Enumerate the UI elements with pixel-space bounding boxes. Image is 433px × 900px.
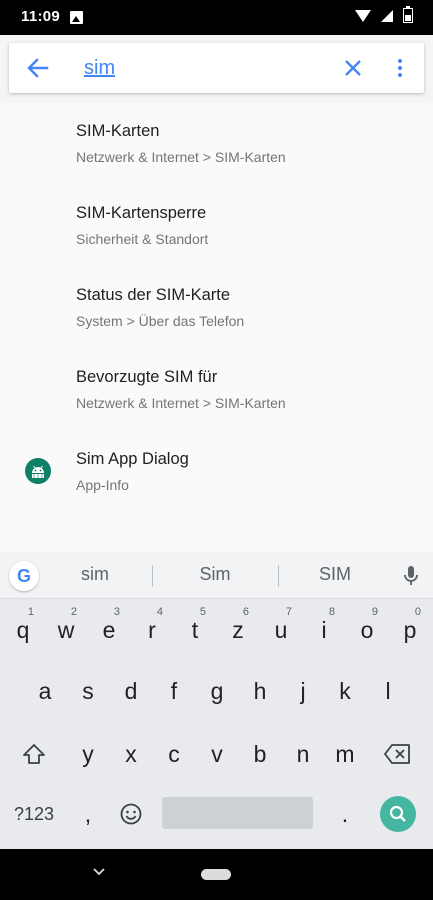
key[interactable]: w2	[47, 606, 85, 653]
key[interactable]: g	[198, 668, 236, 714]
search-key[interactable]	[380, 796, 416, 832]
period-key[interactable]: .	[326, 791, 364, 837]
result-title: SIM-Karten	[76, 122, 160, 140]
back-button[interactable]	[24, 55, 52, 81]
key[interactable]: b	[241, 731, 279, 777]
result-title: Status der SIM-Karte	[76, 286, 231, 304]
status-time: 11:09	[21, 8, 61, 25]
key[interactable]: y	[69, 731, 107, 777]
suggestion-item[interactable]: Sim	[165, 564, 265, 585]
result-title: Bevorzugte SIM für	[76, 368, 218, 386]
search-results-list: SIM-Karten Netzwerk & Internet > SIM-Kar…	[0, 103, 433, 513]
chevron-down-icon[interactable]	[92, 867, 106, 877]
key[interactable]: z6	[219, 606, 257, 653]
emoji-key[interactable]	[112, 791, 150, 837]
key[interactable]: k	[326, 668, 364, 714]
key[interactable]: v	[198, 731, 236, 777]
result-title: Sim App Dialog	[76, 450, 189, 468]
more-options-button[interactable]	[390, 55, 410, 81]
result-item[interactable]: SIM-Karten Netzwerk & Internet > SIM-Kar…	[0, 103, 433, 185]
key[interactable]: l	[369, 668, 407, 714]
key[interactable]: m	[326, 731, 364, 777]
status-bar: 11:09	[0, 0, 433, 35]
wifi-icon	[355, 9, 371, 22]
search-area	[0, 35, 433, 103]
symbols-key[interactable]: ?123	[8, 791, 60, 837]
result-summary: System > Über das Telefon	[76, 313, 245, 329]
key[interactable]: d	[112, 668, 150, 714]
clear-button[interactable]	[340, 55, 366, 81]
suggestion-divider	[152, 565, 153, 587]
key[interactable]: r4	[133, 606, 171, 653]
home-button[interactable]	[201, 869, 231, 880]
emoji-icon	[120, 803, 142, 825]
battery-icon	[403, 5, 413, 23]
space-key[interactable]	[162, 797, 313, 829]
suggestion-strip: G sim Sim SIM	[0, 552, 433, 599]
result-summary: Netzwerk & Internet > SIM-Karten	[76, 395, 286, 411]
key[interactable]: a	[26, 668, 64, 714]
search-input[interactable]	[84, 56, 324, 80]
result-summary: App-Info	[76, 477, 129, 493]
result-item[interactable]: SIM-Kartensperre Sicherheit & Standort	[0, 185, 433, 267]
status-icons	[355, 5, 413, 23]
shift-icon	[23, 744, 45, 764]
search-bar	[9, 43, 424, 93]
key[interactable]: h	[241, 668, 279, 714]
google-icon[interactable]: G	[9, 561, 39, 591]
suggestion-item[interactable]: sim	[45, 564, 145, 585]
key[interactable]: e3	[90, 606, 128, 653]
key[interactable]: p0	[391, 606, 429, 653]
key[interactable]: x	[112, 731, 150, 777]
more-vert-icon	[398, 59, 402, 63]
comma-key[interactable]: ,	[69, 791, 107, 837]
result-title: SIM-Kartensperre	[76, 204, 207, 222]
shift-key[interactable]	[15, 731, 53, 777]
backspace-icon	[384, 744, 410, 764]
key[interactable]: j	[284, 668, 322, 714]
result-summary: Sicherheit & Standort	[76, 231, 209, 247]
key[interactable]: f	[155, 668, 193, 714]
key[interactable]: i8	[305, 606, 343, 653]
suggestion-item[interactable]: SIM	[285, 564, 385, 585]
result-summary: Netzwerk & Internet > SIM-Karten	[76, 149, 286, 165]
key[interactable]: q1	[4, 606, 42, 653]
navigation-bar	[0, 849, 433, 900]
search-icon	[389, 805, 406, 822]
key[interactable]: o9	[348, 606, 386, 653]
key[interactable]: t5	[176, 606, 214, 653]
close-icon	[345, 60, 361, 76]
android-icon	[25, 458, 51, 484]
keyboard: G sim Sim SIM q1 w2 e3 r4 t5 z6 u7 i8 o9…	[0, 552, 433, 849]
mic-icon[interactable]	[404, 565, 418, 587]
arrow-left-icon	[27, 58, 49, 78]
result-item[interactable]: Bevorzugte SIM für Netzwerk & Internet >…	[0, 349, 433, 431]
key[interactable]: u7	[262, 606, 300, 653]
result-item[interactable]: Sim App Dialog App-Info	[0, 431, 433, 513]
result-item[interactable]: Status der SIM-Karte System > Über das T…	[0, 267, 433, 349]
signal-icon	[381, 9, 393, 22]
suggestion-divider	[278, 565, 279, 587]
key[interactable]: c	[155, 731, 193, 777]
backspace-key[interactable]	[378, 731, 416, 777]
key[interactable]: s	[69, 668, 107, 714]
image-notification-icon	[70, 11, 83, 24]
key[interactable]: n	[284, 731, 322, 777]
